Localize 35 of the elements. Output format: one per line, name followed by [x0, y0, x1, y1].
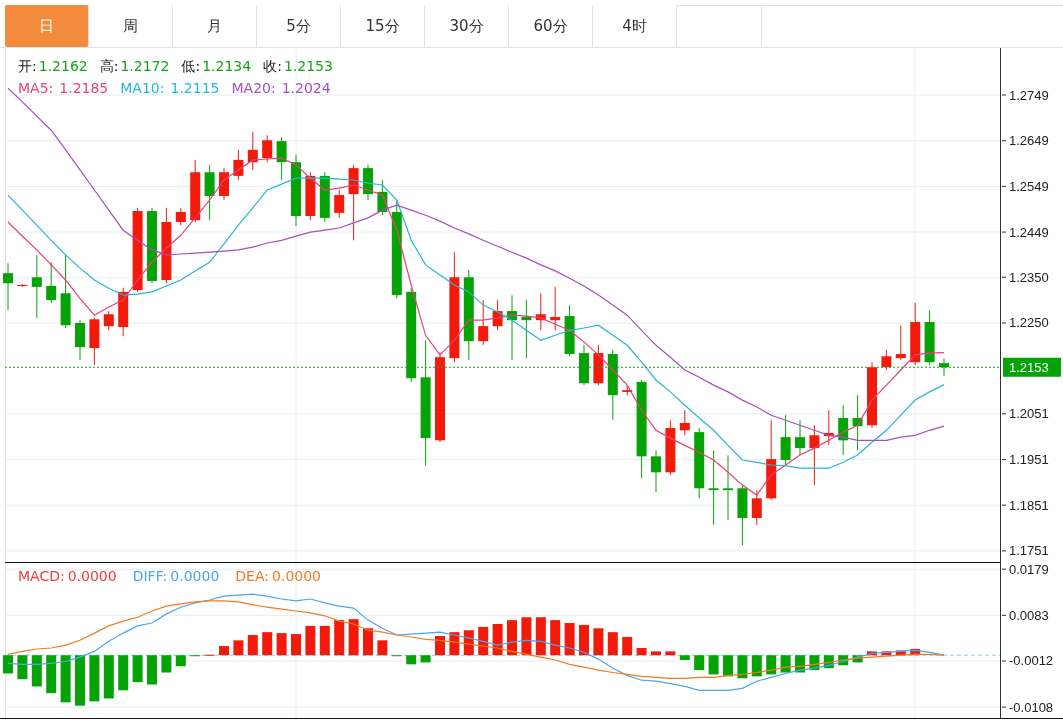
- legend-label: 低:: [181, 58, 201, 76]
- legend-value: 0.0000: [272, 568, 322, 584]
- legend-label: 开:: [18, 58, 37, 76]
- axis-label: 0.0083: [1009, 607, 1049, 623]
- axis-label: 1.2549: [1009, 178, 1049, 194]
- axis-label: 1.1951: [1009, 452, 1049, 467]
- legend-value: 1.2115: [170, 80, 220, 96]
- legend-label: MA5:: [18, 80, 54, 96]
- axis-label: 1.1851: [1009, 497, 1049, 513]
- axis-label: 1.2051: [1009, 406, 1049, 422]
- legend-value: 1.2172: [120, 58, 170, 76]
- axis-label: 1.1751: [1009, 543, 1049, 559]
- axis-label: 0.0179: [1009, 562, 1049, 577]
- legend-label: MA20:: [231, 80, 276, 96]
- legend-label: MA10:: [120, 80, 165, 96]
- legend-label: MACD:: [18, 568, 65, 584]
- legend-label: DEA:: [235, 568, 270, 584]
- legend-label: 高:: [99, 58, 119, 76]
- last-price-tag: 1.2153: [1003, 357, 1061, 377]
- axis-label: 1.2749: [1009, 87, 1049, 103]
- axis-label: 1.2250: [1009, 315, 1049, 331]
- axis-label: 1.2449: [1009, 224, 1049, 240]
- axis-label: 1.2350: [1009, 269, 1049, 285]
- legend-value: 1.2162: [38, 58, 88, 76]
- axis-label: 1.2649: [1009, 133, 1049, 149]
- legend-label: 收:: [263, 58, 282, 76]
- legend-value: 0.0000: [67, 568, 117, 584]
- axis-label: -0.0108: [1009, 699, 1054, 715]
- legend-value: 1.2024: [281, 80, 331, 96]
- legend-value: 1.2185: [59, 80, 109, 96]
- axis-label: -0.0012: [1009, 653, 1054, 669]
- legend-value: 1.2153: [283, 58, 333, 76]
- legend-label: DIFF:: [132, 568, 168, 584]
- legend-value: 0.0000: [170, 568, 220, 584]
- legend-value: 1.2134: [202, 58, 252, 76]
